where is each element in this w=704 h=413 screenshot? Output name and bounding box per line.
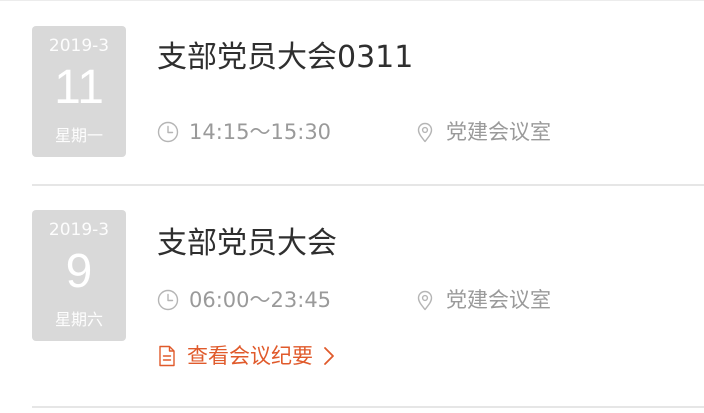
meeting-location: 党建会议室 (414, 117, 551, 147)
date-weekday: 星期一 (54, 126, 103, 145)
meeting-time-text: 06:00～23:45 (189, 288, 332, 312)
view-minutes-label: 查看会议纪要 (187, 344, 313, 368)
view-minutes-link[interactable]: 查看会议纪要 (157, 341, 335, 371)
date-month: 2019-3 (48, 220, 110, 240)
meeting-time: 06:00～23:45 (157, 285, 414, 315)
date-tile: 2019-3 9 星期六 (32, 210, 126, 341)
meeting-title: 支部党员大会0311 (157, 40, 414, 75)
meeting-location-text: 党建会议室 (446, 288, 551, 312)
location-pin-icon (414, 121, 436, 143)
date-day: 11 (54, 61, 104, 114)
meeting-time-text: 14:15～15:30 (189, 120, 332, 144)
list-divider (32, 406, 704, 408)
meeting-list-item[interactable]: 2019-3 11 星期一 支部党员大会0311 14:15～15:30 党建会… (0, 0, 704, 186)
meeting-meta: 06:00～23:45 党建会议室 (157, 285, 551, 315)
location-pin-icon (414, 289, 436, 311)
meeting-meta: 14:15～15:30 党建会议室 (157, 117, 551, 147)
date-weekday: 星期六 (54, 310, 103, 329)
date-tile: 2019-3 11 星期一 (32, 26, 126, 157)
date-month: 2019-3 (48, 36, 110, 56)
meeting-title: 支部党员大会 (157, 226, 337, 261)
clock-icon (157, 289, 179, 311)
meeting-time: 14:15～15:30 (157, 117, 414, 147)
clock-icon (157, 121, 179, 143)
meeting-location: 党建会议室 (414, 285, 551, 315)
meeting-location-text: 党建会议室 (446, 120, 551, 144)
chevron-right-icon (323, 346, 335, 366)
date-day: 9 (65, 245, 93, 298)
meeting-list-item[interactable]: 2019-3 9 星期六 支部党员大会 06:00～23:45 党建会议室 查看… (0, 186, 704, 410)
document-icon (157, 345, 177, 367)
